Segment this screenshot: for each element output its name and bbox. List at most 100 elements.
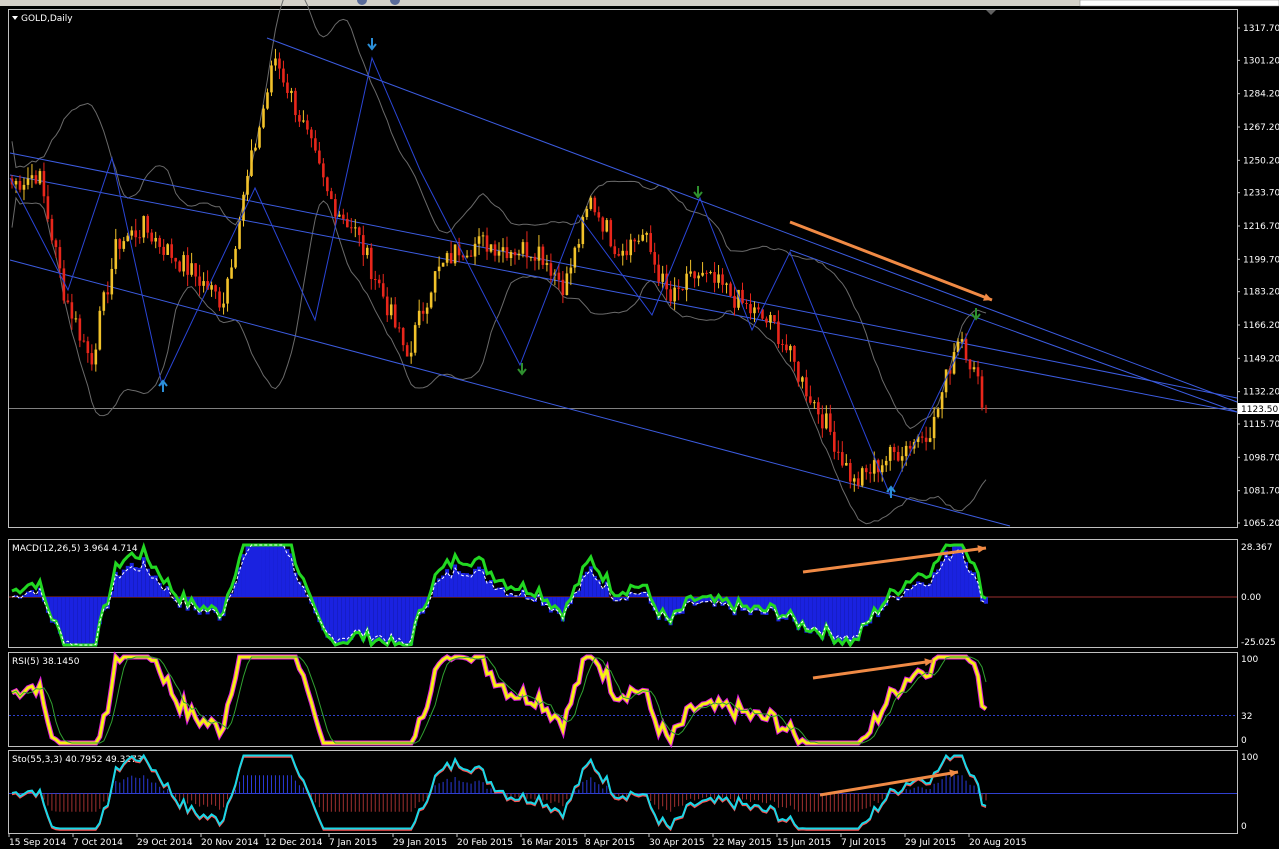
candle-body — [773, 315, 776, 322]
candle-body — [661, 273, 664, 282]
rsi-axis-top: 100 — [1241, 655, 1258, 665]
candle-body — [310, 129, 313, 139]
candle-body — [717, 274, 720, 283]
channel-line — [9, 259, 1011, 527]
candle-body — [42, 171, 46, 197]
candle-body — [809, 396, 812, 403]
candle-body — [74, 318, 78, 320]
candle-body — [765, 318, 768, 323]
candle-body — [238, 220, 241, 249]
candle-body — [146, 216, 150, 233]
candle-body — [880, 465, 884, 473]
candle-body — [401, 328, 405, 346]
candle-body — [972, 367, 976, 370]
candle-body — [513, 252, 517, 256]
candle-body — [210, 285, 213, 290]
candle-body — [669, 289, 672, 302]
candle-body — [254, 147, 257, 151]
candle-body — [777, 321, 780, 344]
candle-body — [489, 244, 493, 252]
candle-body — [785, 344, 788, 351]
candle-body — [980, 376, 984, 408]
time-tick-label: 15 Jun 2015 — [777, 838, 831, 848]
price-tick-label: 1199.70 — [1243, 255, 1279, 265]
time-tick-label: 22 May 2015 — [713, 838, 772, 848]
candle-body — [437, 266, 441, 272]
price-tick-label: 1166.20 — [1243, 321, 1279, 331]
candle-body — [342, 214, 345, 219]
candle-body — [621, 250, 625, 256]
candle-body — [142, 216, 146, 238]
stoch-pane[interactable] — [9, 753, 1237, 832]
candle-body — [126, 235, 130, 242]
time-tick-label: 29 Jul 2015 — [905, 838, 956, 848]
candle-body — [330, 191, 333, 200]
candle-body — [805, 377, 808, 397]
candle-body — [565, 273, 569, 296]
time-tick-label: 20 Nov 2014 — [201, 838, 259, 848]
candle-body — [968, 359, 972, 370]
price-tick-label: 1317.70 — [1243, 24, 1279, 34]
candle-body — [130, 230, 134, 236]
time-tick-label: 7 Oct 2014 — [73, 838, 123, 848]
candle-body — [473, 243, 477, 257]
candle-body — [30, 175, 34, 179]
channel-line — [266, 37, 1238, 403]
candle-body — [896, 451, 900, 461]
candle-body — [725, 283, 728, 285]
candle-body — [597, 212, 601, 218]
macd-pane[interactable] — [9, 541, 1237, 648]
rsi-pane[interactable] — [9, 651, 1237, 749]
candle-body — [884, 460, 888, 466]
candle-body — [821, 414, 824, 429]
candle-body — [162, 246, 165, 255]
candle-body — [673, 287, 676, 302]
candle-body — [577, 244, 581, 248]
fractal-up-arrow-icon — [158, 379, 168, 392]
price-tick-label: 1149.20 — [1243, 354, 1279, 364]
trading-chart[interactable]: GOLD,Daily MACD(12,26,5) 3.964 4.714 RSI… — [0, 0, 1279, 849]
price-pane[interactable] — [9, 0, 1238, 527]
candle-body — [26, 178, 30, 185]
candle-body — [477, 236, 481, 244]
candle-body — [797, 361, 800, 382]
candle-body — [70, 302, 74, 319]
candle-body — [813, 402, 816, 404]
time-tick-label: 20 Feb 2015 — [457, 838, 513, 848]
price-tick-label: 1301.20 — [1243, 56, 1279, 66]
candle-body — [66, 300, 70, 303]
candle-body — [721, 274, 724, 285]
candle-body — [625, 250, 629, 256]
candle-body — [298, 115, 301, 122]
collapse-arrow-icon[interactable] — [12, 16, 18, 20]
candle-body — [453, 244, 457, 264]
candle-body — [932, 416, 936, 439]
candle-body — [733, 295, 736, 308]
candle-body — [689, 271, 692, 274]
candle-body — [517, 253, 521, 256]
candle-body — [38, 171, 42, 184]
main-title: GOLD,Daily — [12, 14, 73, 24]
candle-body — [677, 287, 680, 289]
candle-body — [393, 304, 397, 328]
candle-body — [892, 446, 896, 452]
price-tick-label: 1284.20 — [1243, 90, 1279, 100]
scroll-marker-icon[interactable] — [986, 10, 996, 15]
bollinger-upper — [11, 0, 987, 430]
candle-body — [481, 235, 485, 237]
candle-body — [856, 478, 860, 486]
svg-text:GOLD,Daily: GOLD,Daily — [21, 14, 73, 24]
price-tick-label: 1098.70 — [1243, 453, 1279, 463]
candle-body — [102, 292, 106, 311]
time-tick-label: 20 Aug 2015 — [969, 838, 1027, 848]
time-tick-label: 30 Apr 2015 — [649, 838, 705, 848]
rsi-main-line — [11, 653, 987, 746]
channel-line — [9, 174, 1238, 413]
candle-body — [353, 227, 357, 229]
price-tick-label: 1183.20 — [1243, 288, 1279, 298]
candle-body — [282, 68, 285, 83]
candle-body — [964, 339, 968, 360]
candle-body — [389, 304, 393, 316]
candle-body — [222, 303, 225, 308]
candle-body — [852, 478, 856, 482]
